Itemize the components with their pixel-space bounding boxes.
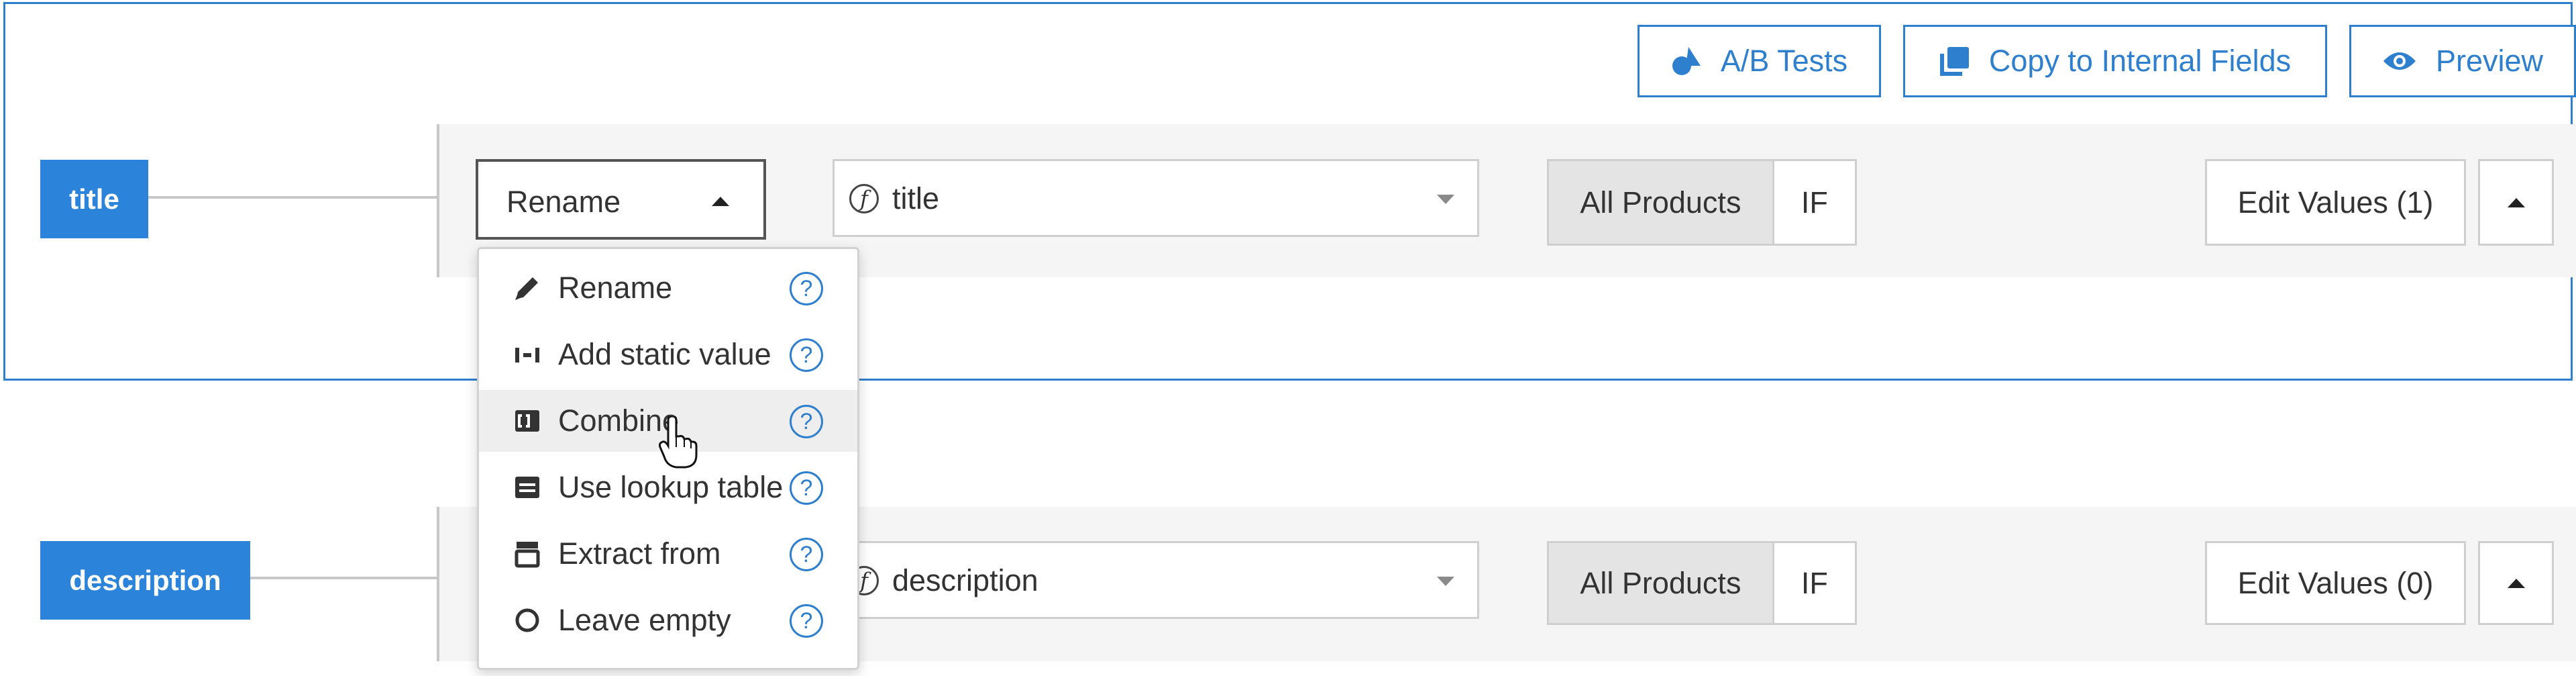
help-icon[interactable]: ? — [790, 272, 823, 305]
scope-toggle: All Products IF — [1547, 541, 1857, 625]
preview-label: Preview — [2435, 44, 2544, 78]
connector-line — [148, 196, 437, 199]
source-field-select[interactable]: f description — [833, 541, 1479, 619]
help-icon[interactable]: ? — [790, 405, 823, 438]
collapse-button[interactable] — [2478, 541, 2554, 625]
extract-icon — [515, 542, 540, 568]
copy-icon — [1939, 47, 1969, 76]
source-field-value: description — [892, 563, 1038, 597]
static-value-icon — [515, 348, 539, 363]
menu-item-leave-empty[interactable]: Leave empty ? — [479, 589, 857, 651]
menu-item-add-static-value[interactable]: Add static value ? — [479, 324, 857, 385]
field-tag-description[interactable]: description — [40, 541, 250, 620]
scope-toggle: All Products IF — [1547, 159, 1857, 246]
if-button[interactable]: IF — [1774, 543, 1855, 623]
all-products-button[interactable]: All Products — [1549, 543, 1774, 623]
menu-item-label: Extract from — [558, 536, 721, 571]
chevron-down-icon — [1437, 195, 1454, 204]
edit-values-button[interactable]: Edit Values (0) — [2205, 541, 2466, 625]
eye-icon — [2383, 52, 2416, 70]
copy-label: Copy to Internal Fields — [1988, 44, 2292, 78]
menu-item-label: Rename — [558, 271, 673, 305]
menu-item-label: Add static value — [558, 337, 771, 371]
menu-item-rename[interactable]: Rename ? — [479, 257, 857, 319]
ab-test-icon — [1672, 47, 1701, 75]
menu-item-label: Use lookup table — [558, 470, 784, 504]
help-icon[interactable]: ? — [790, 338, 823, 372]
all-products-button[interactable]: All Products — [1549, 161, 1774, 244]
copy-to-internal-fields-button[interactable]: Copy to Internal Fields — [1903, 25, 2327, 97]
hand-cursor-icon — [659, 416, 698, 469]
caret-up-icon — [2507, 197, 2525, 207]
menu-item-label: Leave empty — [558, 603, 731, 637]
edit-values-button[interactable]: Edit Values (1) — [2205, 159, 2466, 246]
pencil-icon — [515, 277, 538, 300]
action-select-value: Rename — [506, 185, 621, 219]
lookup-table-icon — [515, 477, 539, 498]
connector-line — [250, 577, 437, 579]
collapse-button[interactable] — [2478, 159, 2554, 246]
preview-button[interactable]: Preview — [2349, 25, 2576, 97]
empty-circle-icon — [515, 608, 539, 632]
if-button[interactable]: IF — [1774, 161, 1855, 244]
ab-tests-button[interactable]: A/B Tests — [1638, 25, 1881, 97]
field-tag-title[interactable]: title — [40, 160, 148, 238]
combine-icon — [515, 410, 539, 432]
help-icon[interactable]: ? — [790, 604, 823, 638]
chevron-down-icon — [1437, 577, 1454, 586]
caret-up-icon — [712, 197, 729, 206]
caret-up-icon — [2507, 578, 2525, 588]
help-icon[interactable]: ? — [790, 471, 823, 505]
source-field-value: title — [892, 181, 940, 215]
ab-tests-label: A/B Tests — [1720, 44, 1848, 78]
function-icon: f — [849, 184, 879, 213]
action-select[interactable]: Rename — [476, 159, 766, 240]
source-field-select[interactable]: f title — [833, 159, 1479, 237]
help-icon[interactable]: ? — [790, 538, 823, 571]
menu-item-extract-from[interactable]: Extract from ? — [479, 523, 857, 585]
